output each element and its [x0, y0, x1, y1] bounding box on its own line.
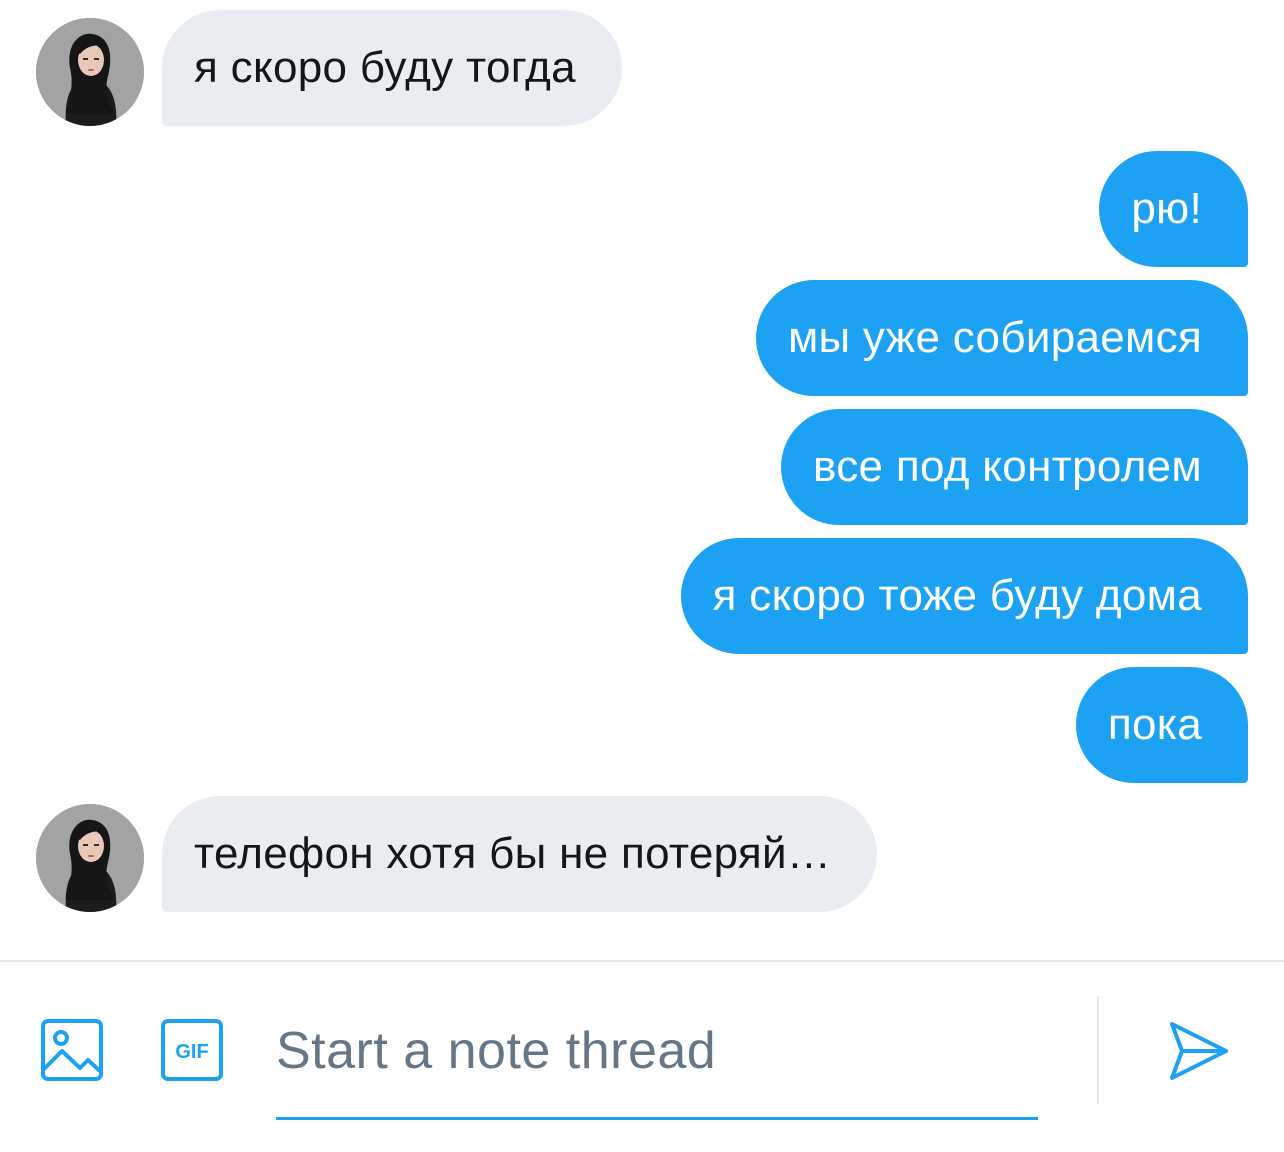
avatar[interactable] [36, 804, 144, 912]
incoming-message-bubble[interactable]: телефон хотя бы не потеряй… [162, 796, 878, 912]
outgoing-message-bubble[interactable]: я скоро тоже буду дома [680, 538, 1248, 654]
outgoing-message-bubble[interactable]: все под контролем [781, 409, 1248, 525]
outgoing-message-bubble[interactable]: рю! [1099, 151, 1248, 267]
note-thread-input[interactable]: Start a note thread [276, 992, 1038, 1120]
gif-label: GIF [175, 1041, 208, 1063]
gif-icon[interactable]: GIF [160, 1018, 224, 1082]
outgoing-message-bubble[interactable]: пока [1075, 667, 1248, 783]
outgoing-message-bubble[interactable]: мы уже собираемся [755, 280, 1248, 396]
image-icon[interactable] [40, 1018, 104, 1082]
avatar[interactable] [36, 18, 144, 126]
incoming-message-bubble[interactable]: я скоро буду тогда [162, 10, 622, 126]
send-icon[interactable] [1166, 1018, 1232, 1084]
composer-bar: GIF Start a note thread [0, 960, 1284, 1152]
message-thread: я скоро буду тогда рю! мы уже собираемся… [0, 0, 1284, 960]
composer-divider [1097, 996, 1099, 1104]
